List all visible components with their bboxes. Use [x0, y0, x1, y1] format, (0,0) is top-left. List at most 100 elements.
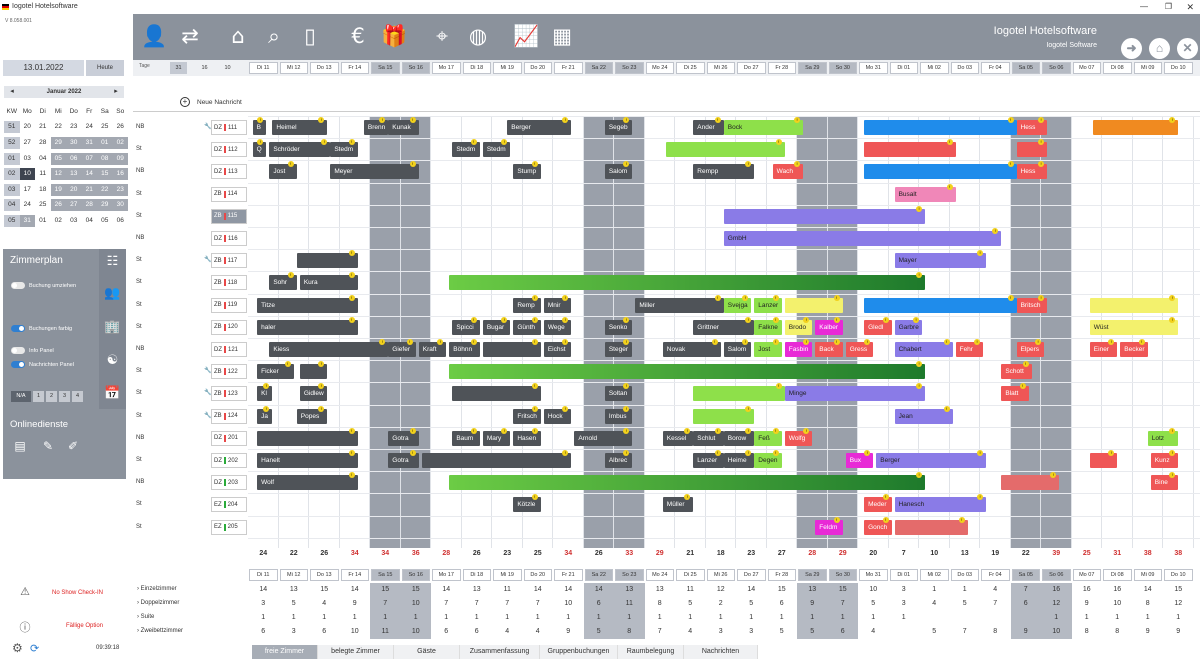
calendar-day[interactable]: 07	[81, 152, 97, 165]
home-circle-icon[interactable]: ⌂	[1149, 38, 1170, 59]
booking-bar[interactable]: Fasbin	[784, 342, 813, 357]
room-number-box[interactable]: ZB 115	[211, 208, 247, 224]
booking-bar[interactable]: Kiess	[269, 342, 389, 357]
calendar-day[interactable]: 19	[50, 183, 66, 196]
booking-bar[interactable]	[1089, 453, 1118, 468]
booking-bar[interactable]: Wolf	[257, 475, 358, 491]
info-badge-icon[interactable]: !	[974, 339, 981, 345]
calendar-day[interactable]: 23	[66, 121, 82, 133]
day-header[interactable]: Di 01	[889, 569, 918, 581]
booking-bar[interactable]: Salom	[723, 342, 752, 357]
room-number-box[interactable]: DZ 116	[211, 231, 247, 246]
day-header[interactable]: Mo 24	[645, 569, 674, 581]
booking-bar[interactable]: Einer	[1089, 342, 1118, 357]
day-header[interactable]: Di 25	[676, 569, 705, 581]
day-header[interactable]: Fr 21	[554, 62, 583, 74]
building-icon[interactable]: 🏢	[104, 319, 121, 335]
day-header[interactable]: Mo 17	[432, 62, 461, 74]
booking-bar[interactable]: Eichst	[543, 342, 572, 357]
day-header[interactable]: Mo 24	[645, 62, 674, 74]
booking-bar[interactable]: Hanesch	[894, 497, 987, 513]
calendar-day[interactable]: 02	[112, 136, 128, 149]
room-row[interactable]: St ZB 115	[133, 205, 248, 227]
day-header[interactable]: Do 27	[737, 62, 766, 74]
day-header[interactable]: Do 27	[737, 569, 766, 581]
day-header[interactable]: Mi 09	[1133, 62, 1162, 74]
today-button[interactable]: Heute	[86, 60, 124, 76]
prev-month-icon[interactable]: ◂	[8, 86, 16, 98]
booking-bar[interactable]: Salom	[604, 164, 633, 180]
day-header[interactable]: Sa 22	[584, 569, 613, 581]
room-number-box[interactable]: EZ 204	[211, 497, 247, 513]
booking-bar[interactable]: Meyer	[330, 164, 419, 180]
pdf-icon[interactable]: ▯	[297, 22, 323, 50]
stat-row-label[interactable]: › Zweibettzimmer	[137, 628, 183, 634]
day-header[interactable]: So 16	[401, 62, 430, 74]
booking-bar[interactable]: Titze	[257, 297, 358, 313]
day-header[interactable]: Fr 28	[767, 62, 796, 74]
day-header[interactable]: Sa 22	[584, 62, 613, 74]
info-badge-icon[interactable]: !	[1007, 294, 1014, 301]
calendar-day[interactable]: 14	[81, 168, 97, 181]
booking-bar[interactable]: Soltan	[604, 386, 633, 402]
calendar-day[interactable]: 12	[50, 168, 66, 181]
room-row[interactable]: NB 🔧 DZ 111	[133, 116, 248, 138]
info-badge-icon[interactable]: !	[1022, 361, 1029, 368]
room-row[interactable]: NB DZ 116	[133, 227, 248, 249]
day-header[interactable]: Fr 21	[554, 569, 583, 581]
info-badge-icon[interactable]: !	[833, 516, 840, 523]
room-number-box[interactable]: DZ 113	[211, 164, 247, 180]
day-header[interactable]: Di 25	[676, 62, 705, 74]
gear-icon[interactable]: ⚙	[12, 641, 23, 655]
info-badge-icon[interactable]: !	[470, 339, 477, 345]
calendar-day[interactable]: 15	[97, 168, 113, 181]
calendar-day[interactable]: 22	[51, 121, 67, 133]
booking-bar[interactable]: Busalt	[894, 186, 956, 202]
booking-bar[interactable]	[864, 142, 956, 158]
calendar-day[interactable]: 26	[50, 199, 66, 212]
tab-6[interactable]: Nachrichten	[684, 645, 758, 659]
info-badge-icon[interactable]: !	[470, 139, 477, 146]
chart-icon[interactable]: 📈	[513, 22, 539, 50]
info-badge-icon[interactable]: !	[531, 316, 538, 323]
day-header[interactable]: Do 10	[1164, 569, 1193, 581]
calendar-day[interactable]: 29	[97, 199, 113, 212]
booking-bar[interactable]: Berger	[507, 120, 572, 135]
calendar-day[interactable]: 30	[112, 199, 128, 212]
calendar-day[interactable]: 28	[35, 137, 51, 149]
room-number-box[interactable]: ZB 124	[211, 408, 247, 424]
room-row[interactable]: St 🔧 ZB 124	[133, 405, 248, 427]
room-row[interactable]: St ZB 119	[133, 294, 248, 316]
add-message-icon[interactable]: +	[180, 97, 190, 107]
room-number-box[interactable]: DZ 111	[211, 120, 247, 135]
calendar-day[interactable]: 20	[20, 121, 36, 133]
calendar-day[interactable]: 06	[66, 152, 82, 165]
info-badge-icon[interactable]: !	[406, 339, 413, 345]
minimize-icon[interactable]: —	[1140, 0, 1148, 14]
info-badge-icon[interactable]: !	[714, 427, 721, 434]
info-badge-icon[interactable]: !	[470, 427, 477, 434]
restore-icon[interactable]: ❐	[1165, 0, 1172, 14]
info-badge-icon[interactable]: !	[772, 450, 779, 456]
day-header[interactable]: Mo 07	[1072, 569, 1101, 581]
day-header[interactable]: Fr 14	[340, 569, 369, 581]
calendar-day[interactable]: 21	[81, 183, 97, 196]
info-badge-icon[interactable]: !	[348, 450, 355, 456]
info-badge-icon[interactable]: !	[531, 427, 538, 434]
booking-bar[interactable]: Schröder	[269, 142, 331, 158]
info-badge-icon[interactable]: !	[775, 139, 782, 146]
booking-bar[interactable]: Minge	[784, 386, 926, 402]
day-header[interactable]: Di 08	[1103, 62, 1132, 74]
booking-bar[interactable]: GmbH	[723, 231, 1002, 246]
calendar-day[interactable]: 03	[66, 215, 82, 227]
info-badge-icon[interactable]: !	[916, 205, 923, 212]
day-header[interactable]: Mi 09	[1133, 569, 1162, 581]
booking-bar[interactable]	[452, 386, 541, 402]
next-month-icon[interactable]: ▸	[112, 86, 120, 98]
day-header[interactable]: Mi 02	[920, 569, 949, 581]
booking-bar[interactable]: Blatt	[1001, 386, 1029, 402]
calendar-day[interactable]: 01	[97, 136, 113, 149]
info-badge-icon[interactable]: !	[833, 294, 840, 301]
search-icon[interactable]: ⌕	[261, 22, 287, 50]
info-badge-icon[interactable]: !	[772, 316, 779, 323]
